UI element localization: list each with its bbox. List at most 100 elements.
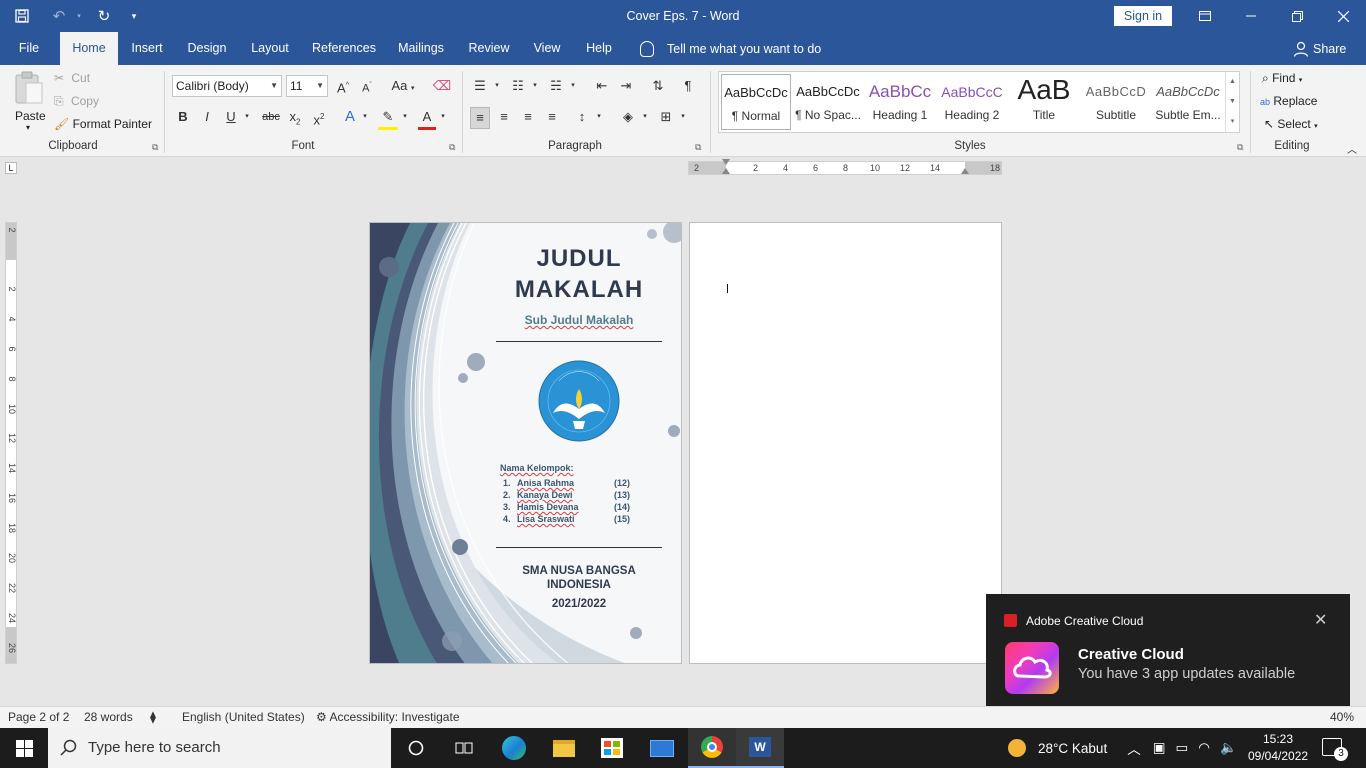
start-button[interactable] [0,728,48,768]
justify-icon[interactable]: ≡ [542,107,562,127]
borders-icon[interactable]: ⊞ [656,107,676,127]
vertical-ruler[interactable]: 2 2 4 6 8 10 12 14 16 18 20 22 24 26 [5,222,17,664]
chevron-down-icon[interactable]: ▼ [1226,92,1239,112]
shrink-font-icon[interactable]: Aˇ [358,76,376,99]
wifi-icon[interactable]: ◠ [1198,740,1210,756]
tab-review[interactable]: Review [462,32,516,65]
highlight-dropdown-icon[interactable]: ▾ [400,107,410,127]
underline-icon[interactable]: U [222,107,240,127]
style-normal[interactable]: AaBbCcDc ¶ Normal [721,74,791,130]
paragraph-launcher-icon[interactable]: ⧉ [695,142,701,153]
taskbar-search[interactable]: Type here to search [48,728,391,768]
tab-view[interactable]: View [526,32,568,65]
meet-now-icon[interactable]: ▣ [1153,740,1166,756]
close-icon[interactable] [1320,0,1366,32]
volume-icon[interactable]: 🔈 [1220,740,1237,756]
align-center-icon[interactable]: ≡ [494,107,514,127]
indent-marker-icon[interactable] [722,168,730,174]
chevron-up-icon[interactable]: ▲ [1226,72,1239,92]
multilevel-list-icon[interactable]: ☵ [546,76,566,96]
proofing-icon[interactable]: ⧫ [150,710,156,724]
text-effects-icon[interactable]: A [340,107,360,127]
change-case-button[interactable]: Aa ▾ [386,76,420,99]
clipboard-launcher-icon[interactable]: ⧉ [152,142,158,153]
tab-insert[interactable]: Insert [124,32,170,65]
style-heading-2[interactable]: AaBbCcC Heading 2 [937,74,1007,130]
word-count[interactable]: 28 words [84,710,133,724]
find-button[interactable]: ⌕ Find ▾ [1262,71,1302,86]
bullets-icon[interactable]: ☰ [470,76,490,96]
tell-me-search[interactable]: Tell me what you want to do [640,32,821,65]
highlight-icon[interactable]: ✎ [378,107,398,130]
horizontal-ruler[interactable]: 2 2 4 6 8 10 12 14 18 [688,159,1002,175]
increase-indent-icon[interactable]: ⇥ [616,76,636,96]
style-heading-1[interactable]: AaBbCc Heading 1 [865,74,935,130]
tab-references[interactable]: References [306,32,382,65]
minimize-icon[interactable] [1228,0,1274,32]
show-formatting-icon[interactable]: ¶ [678,76,698,96]
weather-icon[interactable] [1008,739,1026,757]
bullets-dropdown-icon[interactable]: ▾ [492,76,502,96]
underline-dropdown-icon[interactable]: ▾ [242,107,252,127]
right-indent-marker-icon[interactable] [961,168,969,174]
edge-icon[interactable] [490,728,538,768]
tab-layout[interactable]: Layout [244,32,296,65]
line-spacing-dropdown-icon[interactable]: ▾ [594,107,604,127]
page-count[interactable]: Page 2 of 2 [8,710,69,724]
store-icon[interactable] [588,728,636,768]
style-subtle-emphasis[interactable]: AaBbCcDc Subtle Em... [1153,74,1223,130]
select-button[interactable]: ↖ Select ▾ [1264,117,1318,131]
accessibility-button[interactable]: ⚙ Accessibility: Investigate [316,710,460,724]
strikethrough-icon[interactable]: abc [260,107,282,127]
styles-launcher-icon[interactable]: ⧉ [1237,142,1243,153]
share-button[interactable]: Share [1293,32,1346,65]
italic-icon[interactable]: I [198,107,216,127]
chrome-icon[interactable] [688,728,736,768]
tab-design[interactable]: Design [180,32,234,65]
show-hidden-icons-icon[interactable]: ︿ [1127,738,1141,758]
font-size-select[interactable]: 11 ▼ [286,75,328,97]
style-no-spacing[interactable]: AaBbCcDc ¶ No Spac... [793,74,863,130]
collapse-ribbon-icon[interactable]: ︿ [1347,141,1357,156]
tab-mailings[interactable]: Mailings [392,32,450,65]
task-view-icon[interactable] [440,728,488,768]
replace-button[interactable]: ab Replace [1260,94,1317,108]
notification-center-icon[interactable]: 3 [1322,738,1348,761]
paste-button[interactable]: Paste ▾ [8,69,50,135]
zoom-level[interactable]: 40% [1330,710,1354,724]
blank-page[interactable] [689,222,1002,664]
cover-page[interactable]: JUDUL MAKALAH Sub Judul Makalah Nama Kel… [369,222,682,664]
styles-scroll[interactable]: ▲ ▼ ▾ [1225,72,1239,132]
toast-close-icon[interactable]: ✕ [1314,610,1327,630]
weather-text[interactable]: 28°C Kabut [1038,741,1107,756]
line-spacing-icon[interactable]: ↕ [572,107,592,127]
clock[interactable]: 15:23 09/04/2022 [1248,731,1308,765]
text-effects-dropdown-icon[interactable]: ▾ [360,107,370,127]
language[interactable]: English (United States) [182,710,305,724]
battery-icon[interactable]: ▭ [1175,740,1188,756]
font-color-icon[interactable]: A [418,107,436,130]
restore-icon[interactable] [1274,0,1320,32]
file-explorer-icon[interactable] [540,728,588,768]
copy-button[interactable]: ⎘ Copy [54,94,99,109]
style-title[interactable]: AaB Title [1009,74,1079,130]
font-family-select[interactable]: Calibri (Body) ▼ [172,75,282,97]
align-left-icon[interactable]: ≡ [470,107,490,129]
ribbon-display-options-icon[interactable] [1182,0,1228,32]
font-launcher-icon[interactable]: ⧉ [449,142,455,153]
more-styles-icon[interactable]: ▾ [1226,112,1239,132]
clear-formatting-icon[interactable]: ⌫ [432,76,452,96]
superscript-icon[interactable]: x2 [310,107,328,130]
grow-font-icon[interactable]: A^ [334,76,352,98]
word-app-icon[interactable]: W [736,728,784,768]
cut-button[interactable]: ✂ Cut [54,71,90,85]
align-right-icon[interactable]: ≡ [518,107,538,127]
sort-icon[interactable]: ⇅ [648,76,668,96]
numbering-icon[interactable]: ☷ [508,76,528,96]
decrease-indent-icon[interactable]: ⇤ [592,76,612,96]
tab-stop-selector-icon[interactable]: L [5,162,17,174]
font-color-dropdown-icon[interactable]: ▾ [438,107,448,127]
notification-toast[interactable]: Adobe Creative Cloud ✕ Creative Cloud Yo… [986,594,1350,716]
cortana-icon[interactable] [392,728,440,768]
tab-file[interactable]: File [8,32,50,65]
